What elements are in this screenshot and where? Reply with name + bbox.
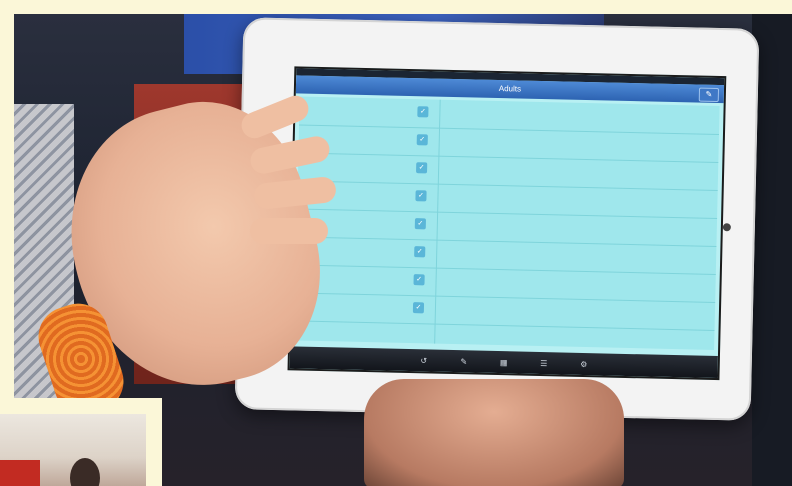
check-icon[interactable]: ✓ (414, 218, 426, 230)
tab-bar: ↺ ✎ ▦ ☰ ⚙ (289, 346, 718, 379)
pencil-icon[interactable]: ✎ (455, 357, 473, 366)
check-icon[interactable]: ✓ (413, 274, 425, 286)
home-button[interactable] (722, 223, 731, 232)
check-icon[interactable]: ✓ (412, 302, 425, 314)
inset-border (0, 408, 158, 486)
back-icon[interactable]: ↺ (415, 356, 433, 365)
screen-title: Adults (498, 84, 522, 94)
edit-button[interactable]: ✎ (698, 87, 720, 102)
finger (250, 218, 328, 244)
list-content: ✓ ✓ ✓ ✓ ✓ ✓ ✓ ✓ (294, 96, 720, 350)
holding-hand (364, 379, 624, 486)
tablet-screen: Adults ✎ ✓ ✓ ✓ ✓ ✓ ✓ ✓ ✓ ↺ ✎ ▦ ☰ ⚙ (287, 66, 727, 381)
check-icon[interactable]: ✓ (415, 190, 427, 202)
settings-icon[interactable]: ⚙ (575, 359, 593, 368)
check-icon[interactable]: ✓ (416, 162, 428, 174)
inset-picture (0, 398, 162, 486)
check-icon[interactable]: ✓ (416, 134, 428, 146)
check-icon[interactable]: ✓ (414, 246, 426, 258)
list-icon[interactable]: ☰ (535, 358, 553, 368)
grid-icon[interactable]: ▦ (495, 357, 513, 367)
pencil-icon: ✎ (705, 89, 713, 99)
check-icon[interactable]: ✓ (417, 106, 429, 118)
